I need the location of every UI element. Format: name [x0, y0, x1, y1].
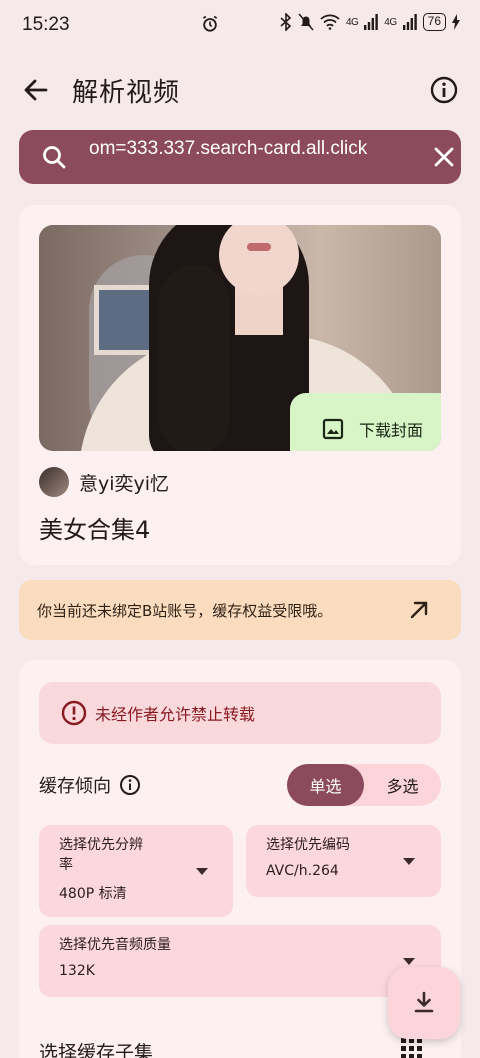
video-title: 美女合集4 [39, 516, 151, 544]
download-fab[interactable] [388, 967, 460, 1039]
video-cover-image: 下载封面 [39, 225, 441, 451]
error-icon [61, 700, 87, 726]
close-icon [434, 147, 454, 167]
copyright-warning: 未经作者允许禁止转载 [39, 682, 441, 744]
info-icon [430, 76, 458, 104]
charging-icon [452, 14, 460, 30]
chevron-down-icon [403, 858, 415, 865]
resolution-label-line1: 选择优先分辨 [59, 837, 143, 853]
status-time: 15:23 [22, 14, 70, 35]
notice-text: 你当前还未绑定B站账号，缓存权益受限哦。 [37, 602, 333, 620]
chevron-down-icon [196, 868, 208, 875]
avatar [39, 467, 69, 497]
download-icon [414, 991, 434, 1013]
author-name: 意yi奕yi忆 [79, 472, 170, 495]
top-app-bar: 解析视频 [0, 64, 480, 114]
warning-text: 未经作者允许禁止转载 [95, 705, 256, 724]
signal-1-icon [364, 14, 379, 30]
multi-select-button[interactable]: 多选 [364, 764, 441, 806]
info-button[interactable] [430, 76, 458, 104]
resolution-select[interactable]: 选择优先分辨 率 480P 标清 [39, 825, 233, 917]
back-button[interactable] [20, 74, 52, 106]
account-notice-bar[interactable]: 你当前还未绑定B站账号，缓存权益受限哦。 [19, 580, 461, 640]
clear-search-button[interactable] [431, 144, 457, 174]
info-icon[interactable] [119, 774, 141, 796]
codec-select[interactable]: 选择优先编码 AVC/h.264 [246, 825, 441, 897]
search-bar: om=333.337.search-card.all.click [19, 130, 461, 184]
video-info-card: 下载封面 意yi奕yi忆 美女合集4 [19, 205, 461, 565]
grid-view-icon[interactable] [401, 1038, 423, 1058]
search-input-value: om=333.337.search-card.all.click [89, 138, 368, 159]
alarm-icon [200, 14, 220, 39]
cache-preference-label: 缓存倾向 [39, 772, 141, 798]
signal-2-label: 4G [384, 16, 397, 28]
selection-mode-toggle: 单选 多选 [287, 764, 441, 806]
codec-value: AVC/h.264 [266, 863, 339, 879]
author-row[interactable]: 意yi奕yi忆 [39, 467, 169, 497]
bluetooth-icon [280, 13, 292, 31]
resolution-value: 480P 标清 [59, 886, 127, 902]
resolution-label-line2: 率 [59, 857, 73, 873]
codec-label: 选择优先编码 [266, 837, 350, 853]
search-icon[interactable] [41, 144, 67, 174]
status-bar: 15:23 4G 4G 76 [0, 0, 480, 50]
signal-1-label: 4G [345, 16, 359, 28]
resolution-label: 选择优先分辨 率 [59, 835, 143, 875]
page-title: 解析视频 [72, 78, 181, 108]
chevron-down-icon [403, 958, 415, 965]
sub-episodes-label: 选择缓存子集 [39, 1042, 154, 1058]
search-input[interactable]: om=333.337.search-card.all.click [89, 138, 411, 176]
cache-preference-text: 缓存倾向 [39, 776, 111, 797]
wifi-icon [320, 14, 340, 30]
status-icons: 4G 4G 76 [280, 13, 460, 31]
arrow-left-icon [24, 79, 48, 101]
download-cover-button[interactable]: 下载封面 [290, 393, 441, 451]
signal-2-icon [402, 14, 417, 30]
audio-quality-select[interactable]: 选择优先音频质量 132K [39, 925, 441, 997]
mute-icon [298, 13, 314, 31]
battery-indicator: 76 [422, 13, 446, 31]
audio-quality-label: 选择优先音频质量 [59, 937, 171, 953]
audio-quality-value: 132K [59, 963, 95, 979]
download-cover-label: 下载封面 [358, 421, 423, 440]
image-icon [322, 418, 344, 440]
single-select-button[interactable]: 单选 [287, 764, 364, 806]
arrow-up-right-icon [407, 598, 431, 626]
